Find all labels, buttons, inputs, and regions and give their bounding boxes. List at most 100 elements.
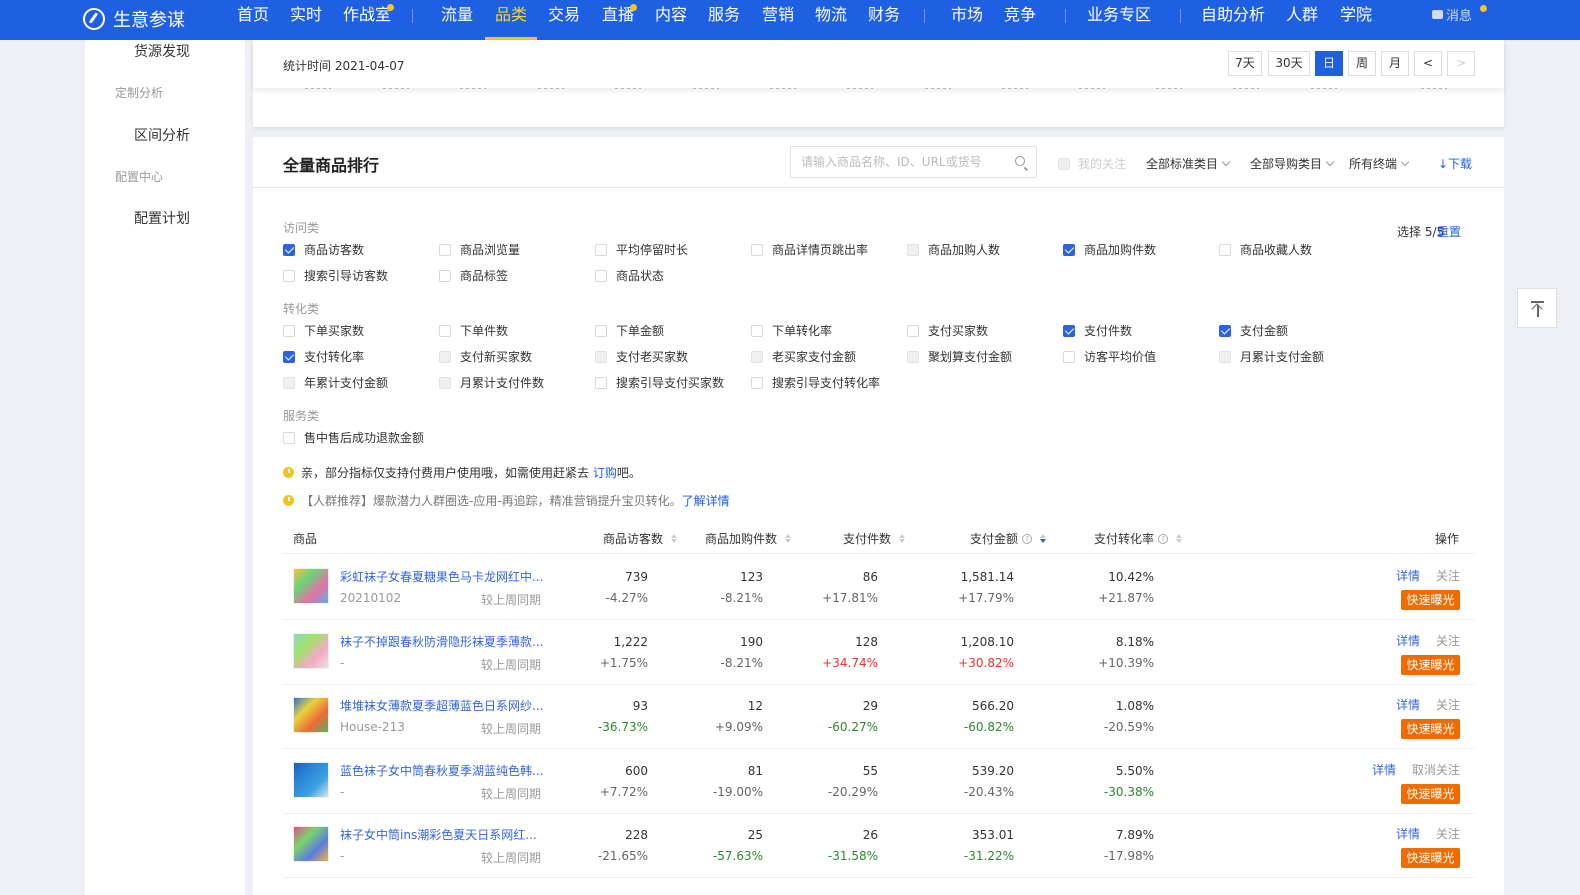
metric-option[interactable]: 平均停留时长	[595, 241, 688, 258]
metric-option[interactable]: 商品加购件数	[1063, 241, 1156, 258]
detail-link[interactable]: 详情	[1396, 632, 1420, 649]
sort-icon[interactable]	[785, 534, 792, 543]
sidebar-item-range-analysis[interactable]: 区间分析	[134, 125, 190, 145]
checkbox-checked[interactable]	[1219, 324, 1231, 337]
metric-option[interactable]: 搜索引导支付转化率	[751, 374, 880, 391]
download-button[interactable]: ↓下载	[1438, 155, 1472, 172]
checkbox[interactable]	[283, 324, 295, 337]
column-header-paid-qty[interactable]: 支付件数	[843, 530, 906, 547]
product-name-link[interactable]: 袜子女中筒ins潮彩色夏天日系网红...	[340, 826, 537, 843]
help-icon[interactable]: ?	[1158, 533, 1169, 544]
quick-exposure-button[interactable]: 快速曝光	[1401, 590, 1460, 610]
quick-exposure-button[interactable]: 快速曝光	[1401, 848, 1460, 868]
column-header-conversion[interactable]: 支付转化率?	[1094, 530, 1183, 547]
metric-option[interactable]: 下单买家数	[283, 322, 364, 339]
checkbox-checked[interactable]	[283, 243, 295, 256]
sort-icon[interactable]	[899, 534, 906, 543]
detail-link[interactable]: 详情	[1372, 761, 1396, 778]
metric-option[interactable]: 下单转化率	[751, 322, 832, 339]
range-day-button[interactable]: 日	[1315, 51, 1343, 76]
metric-option[interactable]: 搜索引导支付买家数	[595, 374, 724, 391]
column-header-visitors[interactable]: 商品访客数	[603, 530, 678, 547]
nav-item-business-zone[interactable]: 业务专区	[1087, 0, 1151, 40]
metric-option[interactable]: 商品标签	[439, 267, 508, 284]
metric-option[interactable]: 聚划算支付金额	[907, 348, 1012, 365]
metric-option[interactable]: 售中售后成功退款金额	[283, 429, 424, 446]
checkbox[interactable]	[1058, 157, 1070, 170]
nav-item-crowd[interactable]: 人群	[1286, 0, 1318, 40]
checkbox[interactable]	[751, 376, 763, 389]
checkbox[interactable]	[439, 324, 451, 337]
checkbox-checked[interactable]	[1063, 324, 1075, 337]
metric-option[interactable]: 搜索引导访客数	[283, 267, 388, 284]
metric-option[interactable]: 商品访客数	[283, 241, 364, 258]
nav-item-category[interactable]: 品类	[484, 0, 538, 40]
metric-option[interactable]: 商品加购人数	[907, 241, 1000, 258]
quick-exposure-button[interactable]: 快速曝光	[1401, 719, 1460, 739]
nav-item-realtime[interactable]: 实时	[290, 0, 322, 40]
checkbox[interactable]	[439, 376, 451, 389]
metric-option[interactable]: 支付买家数	[907, 322, 988, 339]
product-name-link[interactable]: 蓝色袜子女中筒春秋夏季湖蓝纯色韩...	[340, 762, 543, 779]
product-thumbnail[interactable]	[293, 632, 329, 669]
follow-link[interactable]: 关注	[1436, 567, 1460, 584]
sort-icon[interactable]	[671, 534, 678, 543]
range-7d-button[interactable]: 7天	[1228, 51, 1262, 76]
sort-icon[interactable]	[1176, 534, 1183, 543]
metric-option[interactable]: 访客平均价值	[1063, 348, 1156, 365]
reset-button[interactable]: 重置	[1437, 223, 1461, 240]
quick-exposure-button[interactable]: 快速曝光	[1401, 783, 1460, 804]
follow-link[interactable]: 关注	[1436, 696, 1460, 713]
checkbox[interactable]	[907, 324, 919, 337]
checkbox[interactable]	[595, 269, 607, 282]
detail-link[interactable]: 详情	[1396, 825, 1420, 842]
nav-item-finance[interactable]: 财务	[868, 0, 900, 40]
checkbox[interactable]	[595, 350, 607, 363]
detail-link[interactable]: 详情	[1396, 696, 1420, 713]
my-follow-checkbox[interactable]: 我的关注	[1058, 155, 1126, 172]
checkbox-checked[interactable]	[1063, 243, 1075, 256]
app-logo[interactable]: 生意参谋	[83, 4, 185, 34]
column-header-cart-qty[interactable]: 商品加购件数	[705, 530, 792, 547]
learn-more-link[interactable]: 了解详情	[682, 494, 730, 508]
nav-item-home[interactable]: 首页	[237, 0, 269, 40]
range-30d-button[interactable]: 30天	[1268, 51, 1310, 76]
next-date-button[interactable]: >	[1447, 51, 1475, 76]
range-week-button[interactable]: 周	[1348, 51, 1376, 76]
help-icon[interactable]: ?	[1022, 533, 1033, 544]
metric-option[interactable]: 下单金额	[595, 322, 664, 339]
checkbox[interactable]	[751, 324, 763, 337]
sidebar-item-config-plan[interactable]: 配置计划	[134, 208, 190, 228]
quick-exposure-button[interactable]: 快速曝光	[1401, 654, 1460, 675]
checkbox-checked[interactable]	[283, 350, 295, 363]
checkbox[interactable]	[595, 376, 607, 389]
nav-item-service[interactable]: 服务	[708, 0, 740, 40]
sort-desc-icon[interactable]	[1040, 534, 1047, 543]
checkbox[interactable]	[439, 269, 451, 282]
metric-option[interactable]: 支付新买家数	[439, 348, 532, 365]
nav-item-academy[interactable]: 学院	[1340, 0, 1372, 40]
nav-item-competition[interactable]: 竞争	[1004, 0, 1036, 40]
metric-option[interactable]: 月累计支付金额	[1219, 348, 1324, 365]
nav-item-marketing[interactable]: 营销	[762, 0, 794, 40]
product-search-input[interactable]	[791, 147, 991, 177]
checkbox[interactable]	[595, 243, 607, 256]
nav-item-traffic[interactable]: 流量	[441, 0, 473, 40]
checkbox[interactable]	[1219, 350, 1231, 363]
checkbox[interactable]	[283, 269, 295, 282]
nav-item-war-room[interactable]: 作战室	[343, 0, 391, 40]
checkbox[interactable]	[439, 350, 451, 363]
follow-link[interactable]: 关注	[1436, 632, 1460, 649]
metric-option[interactable]: 支付老买家数	[595, 348, 688, 365]
sidebar-item-source-discovery[interactable]: 货源发现	[134, 41, 190, 61]
product-thumbnail[interactable]	[293, 568, 329, 604]
product-thumbnail[interactable]	[293, 697, 329, 733]
follow-link[interactable]: 取消关注	[1412, 761, 1460, 778]
nav-item-logistics[interactable]: 物流	[815, 0, 847, 40]
nav-item-self-analysis[interactable]: 自助分析	[1201, 0, 1265, 40]
range-month-button[interactable]: 月	[1381, 51, 1409, 76]
checkbox[interactable]	[751, 350, 763, 363]
search-icon[interactable]	[1015, 156, 1025, 166]
back-to-top-button[interactable]	[1517, 288, 1557, 328]
standard-category-dropdown[interactable]: 全部标准类目	[1146, 155, 1231, 172]
